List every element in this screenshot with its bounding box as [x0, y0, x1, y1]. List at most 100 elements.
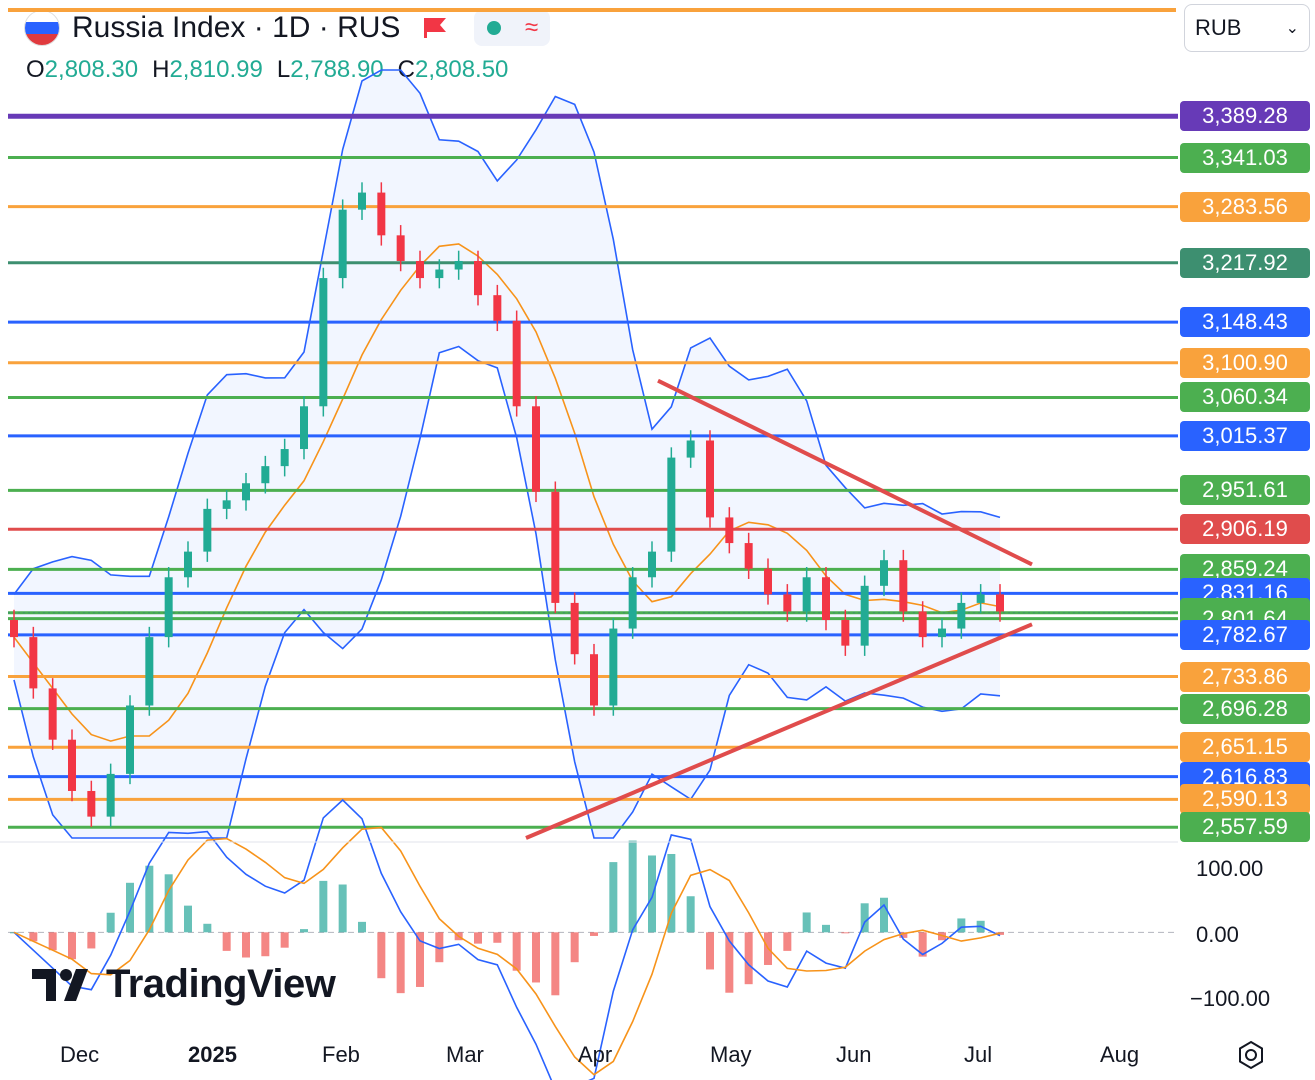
macd-histogram-bar	[493, 932, 502, 943]
macd-histogram-bar	[628, 840, 637, 933]
candle-body	[358, 192, 366, 210]
candle-body	[764, 568, 772, 595]
price-label: 3,389.28	[1180, 101, 1310, 131]
candle-body	[976, 594, 985, 603]
candle-body	[802, 577, 811, 612]
price-label: 2,590.13	[1180, 784, 1310, 814]
candle-body	[918, 611, 927, 638]
macd-histogram-bar	[396, 932, 405, 994]
macd-histogram-bar	[590, 932, 598, 936]
candle-body	[783, 594, 792, 612]
macd-histogram-bar	[822, 924, 830, 933]
price-label: 2,951.61	[1180, 475, 1310, 505]
time-label-mar: Mar	[446, 1042, 484, 1067]
price-label: 3,060.34	[1180, 382, 1310, 412]
candle-body	[512, 320, 521, 407]
macd-histogram-bar	[242, 932, 250, 958]
price-label: 2,557.59	[1180, 812, 1310, 842]
candle-body	[628, 577, 637, 629]
macd-histogram-bar	[648, 855, 656, 933]
price-label: 3,283.56	[1180, 192, 1310, 222]
macd-axis-top: 100.00	[1196, 856, 1264, 881]
price-chart[interactable]	[0, 0, 1315, 1080]
candle-body	[203, 508, 212, 552]
candle-body	[396, 235, 405, 261]
time-label-aug: Aug	[1100, 1042, 1140, 1067]
macd-histogram-bar	[802, 912, 811, 933]
price-label: 2,782.67	[1180, 620, 1310, 650]
macd-histogram-bar	[203, 923, 212, 933]
macd-histogram-bar	[358, 921, 366, 933]
time-label-jul: Jul	[964, 1042, 993, 1067]
candle-body	[938, 628, 946, 638]
candle-body	[184, 551, 192, 578]
macd-histogram-bar	[222, 932, 231, 951]
macd-histogram-bar	[300, 929, 308, 933]
macd-histogram-bar	[783, 932, 792, 951]
macd-histogram-bar	[126, 882, 134, 933]
candle-body	[280, 449, 289, 467]
candle-body	[822, 577, 830, 621]
price-label: 3,100.90	[1180, 348, 1310, 378]
candle-body	[590, 654, 598, 706]
tradingview-logo[interactable]: TradingView	[32, 962, 336, 1007]
time-label-dec: Dec	[60, 1042, 100, 1067]
macd-histogram-bar	[512, 932, 521, 971]
candle-body	[551, 491, 560, 603]
candle-body	[493, 295, 502, 321]
candle-body	[648, 551, 656, 578]
candle-body	[667, 457, 676, 552]
macd-histogram-bar	[106, 912, 115, 933]
candle-body	[725, 517, 734, 544]
macd-histogram-bar	[261, 932, 270, 957]
candle-body	[106, 773, 115, 817]
candle-body	[880, 560, 888, 586]
macd-histogram-bar	[686, 896, 695, 933]
tradingview-brand: TradingView	[106, 962, 336, 1006]
candle-body	[300, 406, 308, 450]
candle-body	[261, 466, 270, 484]
candle-body	[454, 260, 463, 270]
macd-histogram-bar	[744, 932, 753, 985]
price-label: 2,733.86	[1180, 662, 1310, 692]
time-label-2025: 2025	[188, 1042, 237, 1067]
time-label-apr: Apr	[578, 1042, 613, 1067]
candle-body	[87, 790, 96, 817]
macd-histogram-bar	[880, 897, 888, 933]
tradingview-logo-icon	[32, 968, 88, 1001]
price-label: 3,217.92	[1180, 248, 1310, 278]
macd-axis-zero: 0.00	[1196, 922, 1239, 947]
candle-body	[68, 739, 76, 791]
price-label: 3,341.03	[1180, 143, 1310, 173]
macd-histogram-bar	[338, 884, 347, 933]
candle-body	[338, 209, 347, 279]
macd-histogram-bar	[551, 932, 560, 996]
macd-histogram-bar	[532, 932, 540, 983]
candle-body	[706, 440, 714, 518]
candle-body	[416, 260, 424, 279]
candle-body	[145, 637, 154, 706]
candle-body	[222, 500, 231, 509]
candle-body	[841, 620, 850, 646]
macd-histogram-bar	[609, 862, 618, 933]
candle-body	[377, 192, 386, 236]
settings-icon[interactable]	[1236, 1040, 1266, 1070]
candle-body	[474, 260, 482, 296]
price-label: 3,148.43	[1180, 307, 1310, 337]
candle-body	[164, 577, 173, 638]
macd-histogram-bar	[164, 874, 173, 933]
macd-histogram-bar	[570, 932, 579, 963]
price-label: 2,651.15	[1180, 732, 1310, 762]
macd-histogram-bar	[48, 932, 57, 951]
macd-histogram-bar	[841, 932, 850, 934]
price-label: 2,906.19	[1180, 514, 1310, 544]
macd-histogram-bar	[87, 932, 96, 949]
candle-body	[570, 602, 579, 655]
macd-histogram-bar	[377, 932, 386, 979]
candle-body	[860, 585, 869, 646]
macd-histogram-bar	[474, 932, 482, 944]
candle-body	[957, 602, 966, 629]
candle-body	[242, 483, 250, 501]
time-label-may: May	[710, 1042, 752, 1067]
price-label: 2,696.28	[1180, 694, 1310, 724]
